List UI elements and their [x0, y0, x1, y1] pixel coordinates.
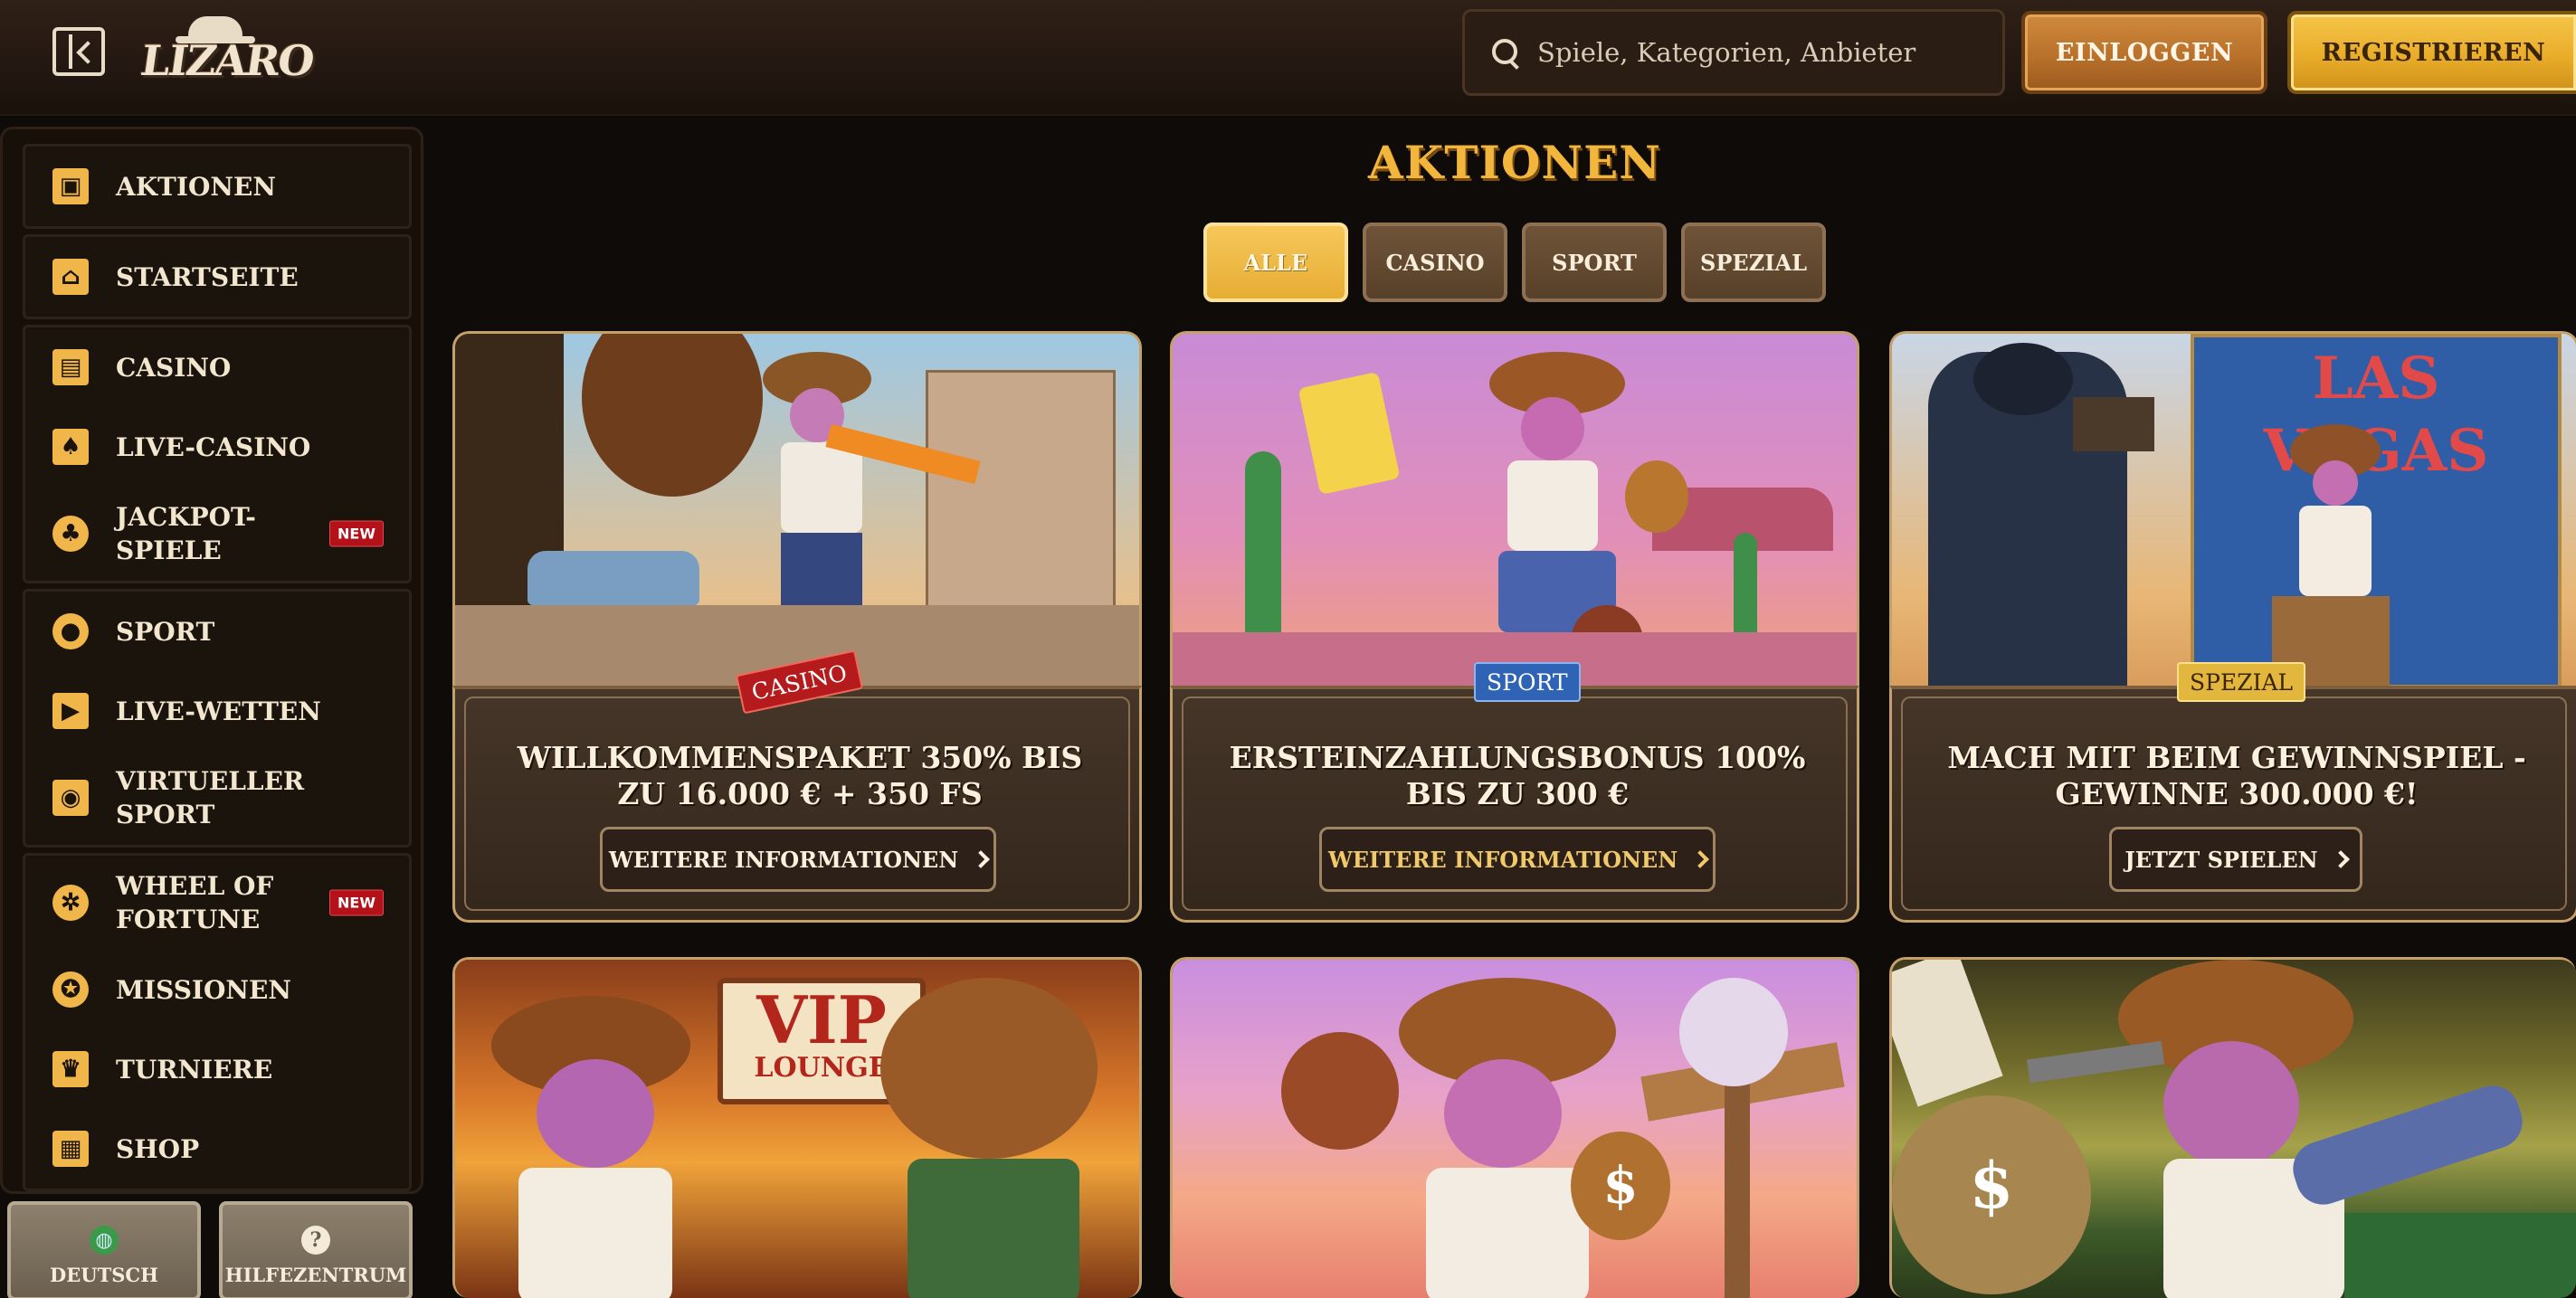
page-title: AKTIONEN — [1368, 136, 1661, 189]
las-vegas-text: LAS VEGAS — [2264, 345, 2489, 485]
home-icon: ⌂ — [52, 259, 89, 295]
language-button[interactable]: ◍ DEUTSCH — [7, 1201, 201, 1298]
sidebar-item-missionen[interactable]: ✪ MISSIONEN — [25, 950, 409, 1029]
category-badge: SPEZIAL — [2177, 662, 2306, 702]
play-now-label: JETZT SPIELEN — [2124, 846, 2318, 873]
tab-casino[interactable]: CASINO — [1363, 223, 1507, 302]
promo-card-body: WILLKOMMENSPAKET 350% BIS ZU 16.000 € + … — [452, 686, 1142, 923]
sidebar-item-label: MISSIONEN — [116, 974, 291, 1005]
shopping-basket-icon: ▦ — [52, 1131, 89, 1167]
search-input[interactable] — [1537, 37, 1990, 68]
money-bag-dollar-text: $ — [1969, 1148, 2014, 1223]
promo-card-body: MACH MIT BEIM GEWINNSPIEL - GEWINNE 300.… — [1889, 686, 2576, 923]
chevron-right-icon — [2331, 850, 2350, 868]
promo-image-desert-sign: $ — [1173, 960, 1857, 1298]
sidebar-item-casino[interactable]: ▤ CASINO — [25, 327, 409, 407]
promo-card-vip[interactable]: VIP LOUNGE — [452, 957, 1142, 1298]
tab-spezial[interactable]: SPEZIAL — [1681, 223, 1826, 302]
help-label: HILFEZENTRUM — [224, 1264, 407, 1286]
login-button[interactable]: EINLOGGEN — [2021, 11, 2267, 94]
promo-card-casino[interactable]: CASINO WILLKOMMENSPAKET 350% BIS ZU 16.0… — [452, 331, 1142, 923]
tab-alle[interactable]: ALLE — [1203, 223, 1348, 302]
clover-icon: ♣ — [52, 516, 89, 552]
promo-image-card-table: $ — [1892, 960, 2576, 1298]
soccer-ball-icon: ● — [52, 613, 89, 649]
more-info-button[interactable]: WEITERE INFORMATIONEN — [600, 827, 996, 892]
nav-group-sport: ● SPORT ▶ LIVE-WETTEN ◉ VIRTUELLER SPORT — [23, 589, 412, 848]
sidebar-item-wheel-of-fortune[interactable]: ✲ WHEEL OF FORTUNE NEW — [25, 856, 409, 950]
help-center-button[interactable]: ? HILFEZENTRUM — [219, 1201, 413, 1298]
sidebar-item-label: LIVE-CASINO — [116, 431, 311, 462]
sidebar-bottom: ◍ DEUTSCH ? HILFEZENTRUM — [7, 1201, 423, 1298]
promo-card-poker[interactable]: $ — [1889, 957, 2576, 1298]
help-icon: ? — [301, 1226, 330, 1255]
gift-icon: ▣ — [52, 168, 89, 204]
sidebar-item-startseite[interactable]: ⌂ STARTSEITE — [25, 237, 409, 317]
top-header: LIZARO EINLOGGEN REGISTRIEREN — [0, 0, 2576, 118]
sidebar-item-label: STARTSEITE — [116, 261, 299, 292]
register-button[interactable]: REGISTRIEREN — [2287, 11, 2576, 94]
category-badge: SPORT — [1474, 662, 1581, 702]
logo[interactable]: LIZARO — [136, 16, 316, 98]
chevron-right-icon — [972, 850, 991, 868]
sidebar-item-turniere[interactable]: ♛ TURNIERE — [25, 1029, 409, 1109]
sidebar: ▣ AKTIONEN ⌂ STARTSEITE ▤ CASINO ♠ LIVE-… — [0, 127, 423, 1194]
promo-title: MACH MIT BEIM GEWINNSPIEL - GEWINNE 300.… — [1947, 740, 2526, 811]
sidebar-item-virtueller-sport[interactable]: ◉ VIRTUELLER SPORT — [25, 751, 409, 845]
sidebar-item-label: SHOP — [116, 1133, 200, 1164]
cards-icon: ♠ — [52, 429, 89, 465]
sidebar-item-label: TURNIERE — [116, 1054, 273, 1085]
sidebar-item-label: SPORT — [116, 616, 215, 647]
sidebar-item-aktionen[interactable]: ▣ AKTIONEN — [25, 147, 409, 226]
sidebar-item-label: VIRTUELLER SPORT — [116, 766, 305, 829]
promo-title: WILLKOMMENSPAKET 350% BIS ZU 16.000 € + … — [517, 740, 1083, 811]
promo-image-vip-lounge: VIP LOUNGE — [455, 960, 1139, 1298]
sidebar-toggle-icon[interactable] — [52, 27, 105, 76]
language-label: DEUTSCH — [50, 1264, 158, 1286]
sidebar-item-label: LIVE-WETTEN — [116, 696, 321, 726]
more-info-label: WEITERE INFORMATIONEN — [1327, 846, 1678, 873]
sidebar-item-label: JACKPOT-SPIELE — [116, 502, 256, 565]
wheel-icon: ✲ — [52, 885, 89, 921]
promo-title: ERSTEINZAHLUNGSBONUS 100% BIS ZU 300 € — [1229, 740, 1806, 811]
more-info-button[interactable]: WEITERE INFORMATIONEN — [1319, 827, 1716, 892]
chevron-right-icon — [1691, 850, 1710, 868]
sidebar-item-sport[interactable]: ● SPORT — [25, 592, 409, 671]
new-badge: NEW — [329, 520, 384, 547]
sidebar-item-live-wetten[interactable]: ▶ LIVE-WETTEN — [25, 671, 409, 751]
search-icon — [1492, 39, 1519, 66]
nav-group-promotions: ▣ AKTIONEN — [23, 144, 412, 229]
sidebar-item-shop[interactable]: ▦ SHOP — [25, 1109, 409, 1189]
promo-card-body: ERSTEINZAHLUNGSBONUS 100% BIS ZU 300 € W… — [1170, 686, 1859, 923]
sidebar-item-live-casino[interactable]: ♠ LIVE-CASINO — [25, 407, 409, 487]
play-icon: ▶ — [52, 693, 89, 729]
trophy-icon: ♛ — [52, 1051, 89, 1087]
medal-icon: ✪ — [52, 971, 89, 1008]
promo-card-spezial[interactable]: LAS VEGAS SPEZIAL MACH MIT BEIM GEWINNSP… — [1889, 331, 2576, 923]
slot-machine-icon: ▤ — [52, 349, 89, 385]
sidebar-item-label: AKTIONEN — [116, 171, 276, 202]
more-info-label: WEITERE INFORMATIONEN — [608, 846, 959, 873]
nav-group-casino: ▤ CASINO ♠ LIVE-CASINO ♣ JACKPOT-SPIELE … — [23, 325, 412, 583]
sidebar-item-label: WHEEL OF FORTUNE — [116, 871, 274, 934]
sidebar-item-jackpot-spiele[interactable]: ♣ JACKPOT-SPIELE NEW — [25, 487, 409, 581]
promo-card-sport-2[interactable]: $ — [1170, 957, 1859, 1298]
tab-sport[interactable]: SPORT — [1522, 223, 1667, 302]
nav-group-extras: ✲ WHEEL OF FORTUNE NEW ✪ MISSIONEN ♛ TUR… — [23, 853, 412, 1191]
nav-group-home: ⌂ STARTSEITE — [23, 234, 412, 319]
virtual-sport-icon: ◉ — [52, 780, 89, 816]
globe-icon: ◍ — [90, 1226, 119, 1255]
play-now-button[interactable]: JETZT SPIELEN — [2109, 827, 2362, 892]
dollar-text: $ — [1602, 1156, 1639, 1216]
search-bar[interactable] — [1462, 9, 2005, 96]
new-badge: NEW — [329, 889, 384, 916]
logo-text: LIZARO — [138, 36, 317, 85]
sidebar-item-label: CASINO — [116, 352, 232, 383]
promo-card-sport[interactable]: SPORT ERSTEINZAHLUNGSBONUS 100% BIS ZU 3… — [1170, 331, 1859, 923]
